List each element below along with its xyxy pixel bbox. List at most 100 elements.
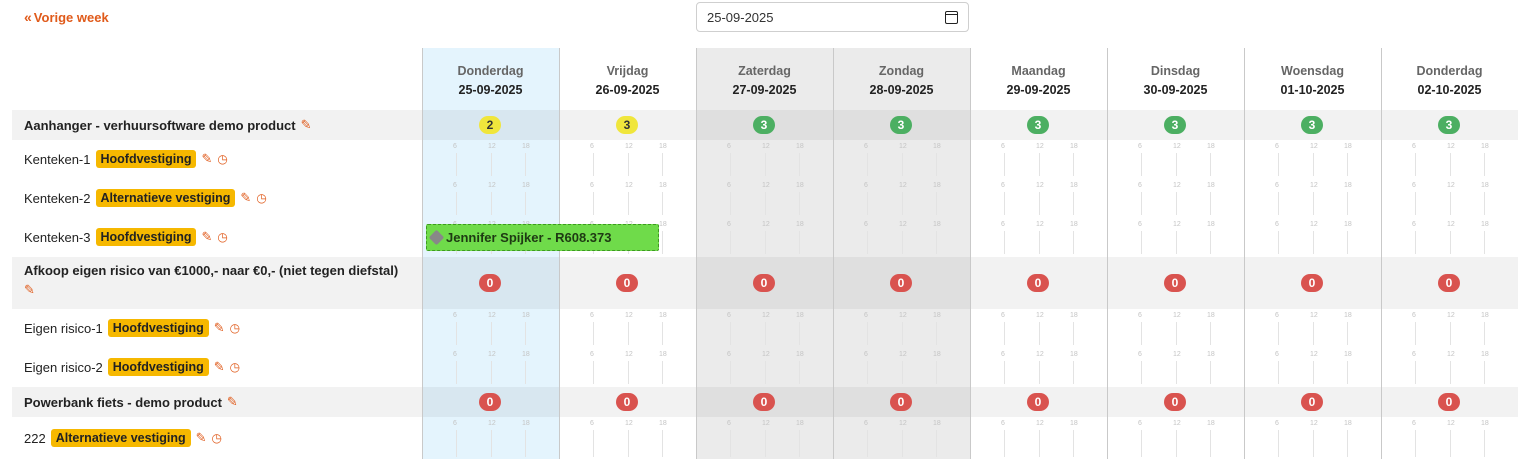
pencil-icon[interactable]: ✎ [301,117,312,133]
hour-ticks: 6 12 18 [422,417,559,459]
clock-icon[interactable]: ◷ [256,191,266,205]
hour-tick-label: 18 [1207,312,1215,319]
day-date: 01-10-2025 [1280,83,1345,97]
hour-tick-label: 18 [1070,182,1078,189]
day-header: Donderdag 02-10-2025 [1381,62,1518,100]
clock-icon[interactable]: ◷ [230,321,240,335]
hour-tick-label: 12 [488,182,496,189]
previous-week-link[interactable]: « Vorige week [24,9,109,25]
hour-tick-line [662,192,663,215]
hour-tick-label: 12 [625,182,633,189]
availability-count: 0 [616,393,638,411]
column-divider [559,48,560,459]
hour-tick-label: 12 [899,143,907,150]
hour-tick-label: 12 [488,312,496,319]
day-header: Maandag 29-09-2025 [970,62,1107,100]
hour-tick-line [867,322,868,345]
hour-tick-label: 12 [625,312,633,319]
hour-ticks: 6 12 18 [833,140,970,179]
hour-tick-line [1176,322,1177,345]
hour-tick-label: 6 [1138,420,1142,427]
hour-tick-label: 12 [1173,221,1181,228]
pencil-icon[interactable]: ✎ [214,320,225,336]
day-header: Vrijdag 26-09-2025 [559,62,696,100]
day-header: Zondag 28-09-2025 [833,62,970,100]
hour-tick-line [1039,153,1040,176]
hour-ticks: 6 12 18 [833,179,970,218]
hour-ticks: 6 12 18 [1381,417,1518,459]
hour-ticks: 6 12 18 [696,140,833,179]
hour-tick-line [1347,361,1348,384]
hour-tick-label: 12 [1310,312,1318,319]
hour-tick-label: 6 [590,182,594,189]
day-date: 27-09-2025 [732,83,797,97]
day-name: Dinsdag [1150,64,1201,78]
hour-tick-line [1450,430,1451,457]
hour-tick-label: 12 [1036,182,1044,189]
hour-tick-label: 18 [1207,143,1215,150]
hour-tick-line [525,192,526,215]
pencil-icon[interactable]: ✎ [214,359,225,375]
hour-tick-label: 12 [1036,221,1044,228]
hour-tick-label: 6 [453,351,457,358]
pencil-icon[interactable]: ✎ [196,430,207,446]
pencil-icon[interactable]: ✎ [227,394,238,410]
booking-bar[interactable]: Jennifer Spijker - R608.373 [426,224,659,251]
hour-tick-label: 6 [1412,182,1416,189]
availability-count: 0 [479,393,501,411]
hour-tick-line [1039,361,1040,384]
hour-tick-line [1415,322,1416,345]
hour-tick-line [765,192,766,215]
hour-tick-label: 6 [1138,182,1142,189]
hour-ticks: 6 12 18 [422,179,559,218]
pencil-icon[interactable]: ✎ [240,190,251,206]
clock-icon[interactable]: ◷ [217,152,227,166]
hour-tick-label: 12 [762,221,770,228]
hour-ticks: 6 12 18 [833,417,970,459]
clock-icon[interactable]: ◷ [212,431,222,445]
hour-tick-line [1484,192,1485,215]
hour-tick-line [628,430,629,457]
hour-tick-line [1141,153,1142,176]
hour-tick-line [1484,153,1485,176]
hour-tick-line [491,192,492,215]
hour-tick-line [1039,231,1040,254]
availability-count: 0 [1164,393,1186,411]
pencil-icon[interactable]: ✎ [201,229,212,245]
location-badge: Hoofdvestiging [107,358,209,376]
hour-tick-line [628,361,629,384]
hour-tick-label: 18 [659,182,667,189]
column-divider [696,48,697,459]
pencil-icon[interactable]: ✎ [24,282,35,298]
hour-tick-line [1484,231,1485,254]
hour-ticks: 6 12 18 [559,417,696,459]
availability-count: 3 [1438,116,1460,134]
pencil-icon[interactable]: ✎ [201,151,212,167]
calendar-icon[interactable] [945,10,958,24]
planner: « Vorige week 25-09-2025 Aanhanger - ver… [0,0,1518,459]
hour-tick-line [1141,430,1142,457]
day-header: Donderdag 25-09-2025 [422,62,559,100]
availability-count: 0 [1438,274,1460,292]
hour-tick-label: 12 [899,182,907,189]
hour-tick-label: 18 [933,420,941,427]
hour-tick-line [456,322,457,345]
hour-tick-label: 6 [864,312,868,319]
hour-tick-line [1347,231,1348,254]
date-picker-input[interactable]: 25-09-2025 [696,2,969,32]
hour-ticks: 6 12 18 [833,348,970,387]
hour-tick-line [1210,153,1211,176]
day-date: 30-09-2025 [1143,83,1208,97]
hour-tick-line [902,153,903,176]
hour-tick-line [456,430,457,457]
hour-tick-label: 12 [488,420,496,427]
hour-tick-label: 12 [1036,312,1044,319]
column-divider [833,48,834,459]
clock-icon[interactable]: ◷ [230,360,240,374]
availability-count: 0 [890,393,912,411]
clock-icon[interactable]: ◷ [217,230,227,244]
hour-tick-label: 12 [1173,420,1181,427]
hour-tick-line [491,361,492,384]
day-name: Vrijdag [606,64,649,78]
hour-tick-label: 12 [1447,312,1455,319]
